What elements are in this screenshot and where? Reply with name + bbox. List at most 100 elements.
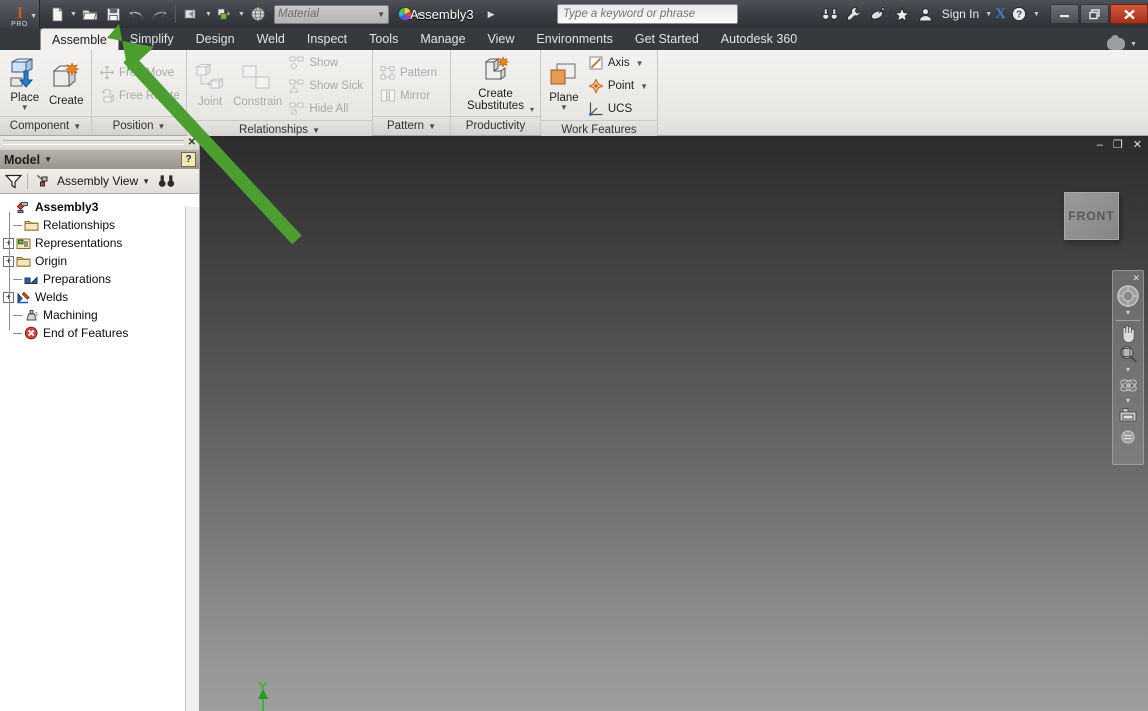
- orbit-icon[interactable]: [1114, 375, 1142, 396]
- wrench-tools-icon[interactable]: [843, 3, 865, 25]
- binoculars-search-icon[interactable]: [819, 3, 841, 25]
- tab-get-started[interactable]: Get Started: [624, 28, 710, 50]
- place-component-button[interactable]: Place ▼: [4, 55, 46, 114]
- free-rotate-button[interactable]: Free Rotate: [96, 85, 185, 107]
- save-document-button[interactable]: [102, 3, 124, 25]
- binoculars-find-icon[interactable]: [158, 174, 175, 188]
- tab-weld[interactable]: Weld: [246, 28, 296, 50]
- chevron-down-icon[interactable]: ▼: [560, 104, 568, 111]
- user-account-icon[interactable]: [915, 3, 937, 25]
- show-relationships-button[interactable]: Show: [286, 52, 368, 74]
- appearance-sphere-button[interactable]: [247, 3, 269, 25]
- tree-item-end-of-features[interactable]: End of Features: [3, 324, 199, 342]
- close-icon[interactable]: ✕: [188, 137, 196, 148]
- panel-label-productivity[interactable]: Productivity: [451, 116, 540, 135]
- tree-item-welds[interactable]: + Welds: [3, 288, 199, 306]
- browser-scrollbar[interactable]: [185, 207, 199, 711]
- tree-item-preparations[interactable]: Preparations: [3, 270, 199, 288]
- view-cube[interactable]: FRONT: [1064, 192, 1119, 240]
- chevron-down-icon[interactable]: ▾: [1126, 308, 1130, 318]
- chevron-down-icon[interactable]: ▼: [640, 82, 648, 91]
- zoom-magnifier-icon[interactable]: [1114, 344, 1142, 365]
- new-document-button[interactable]: [46, 3, 68, 25]
- show-sick-relationships-button[interactable]: Show Sick: [286, 75, 368, 97]
- steering-wheel-icon[interactable]: [1114, 284, 1142, 308]
- panel-label-pattern[interactable]: Pattern▼: [373, 116, 450, 135]
- chevron-down-icon[interactable]: ▼: [1129, 41, 1138, 48]
- create-substitutes-button[interactable]: Create Substitutes ▾: [455, 53, 536, 115]
- browser-drag-grip[interactable]: ✕: [0, 136, 199, 149]
- material-dropdown[interactable]: Material ▼: [274, 5, 389, 24]
- tree-item-origin[interactable]: + Origin: [3, 252, 199, 270]
- redo-button[interactable]: [148, 3, 170, 25]
- navbar-close-icon[interactable]: ✕: [1132, 273, 1140, 284]
- free-move-button[interactable]: Free Move: [96, 62, 185, 84]
- filter-funnel-icon[interactable]: [5, 174, 22, 189]
- close-window-button[interactable]: [1110, 4, 1148, 24]
- navbar-settings-icon[interactable]: [1114, 429, 1142, 445]
- material-select-button[interactable]: [214, 3, 236, 25]
- panel-label-component[interactable]: Component▼: [0, 116, 91, 135]
- chevron-down-icon[interactable]: ▼: [237, 11, 246, 18]
- undo-button[interactable]: [125, 3, 147, 25]
- tab-simplify[interactable]: Simplify: [119, 28, 185, 50]
- exchange-apps-icon[interactable]: X: [995, 6, 1006, 23]
- tab-environments[interactable]: Environments: [525, 28, 623, 50]
- document-restore-button[interactable]: ❐: [1111, 138, 1125, 151]
- chevron-down-icon[interactable]: ▼: [636, 59, 644, 68]
- pan-hand-icon[interactable]: [1114, 323, 1142, 344]
- pattern-button[interactable]: Pattern: [377, 62, 442, 84]
- chevron-down-icon[interactable]: ▼: [21, 104, 29, 111]
- panel-label-position[interactable]: Position▼: [92, 116, 186, 135]
- work-point-button[interactable]: Point ▼: [585, 75, 653, 97]
- assembly-view-selector[interactable]: Assembly View ▼: [33, 173, 153, 189]
- chevron-down-icon[interactable]: ▼: [44, 155, 52, 164]
- tab-assemble[interactable]: Assemble: [40, 28, 119, 50]
- graphics-viewport[interactable]: – ❐ ✕ FRONT ✕ ▾ ▾ ▾: [200, 136, 1148, 711]
- document-menu-chevron-icon[interactable]: ▶: [488, 9, 495, 20]
- help-button[interactable]: ?: [1008, 3, 1030, 25]
- restore-window-button[interactable]: [1080, 4, 1109, 24]
- tab-tools[interactable]: Tools: [358, 28, 409, 50]
- chevron-down-icon: ▼: [142, 177, 150, 186]
- chevron-down-icon[interactable]: ▾: [1126, 365, 1130, 375]
- chevron-down-icon[interactable]: ▼: [204, 11, 213, 18]
- tree-item-machining[interactable]: Machining: [3, 306, 199, 324]
- sign-in-button[interactable]: Sign In: [939, 7, 982, 21]
- search-input[interactable]: [563, 8, 737, 20]
- model-tree[interactable]: Assembly3 Relationships + Representation…: [0, 194, 199, 711]
- favorites-star-icon[interactable]: [891, 3, 913, 25]
- ucs-button[interactable]: UCS: [585, 98, 653, 120]
- chevron-down-icon[interactable]: ▼: [69, 11, 78, 18]
- tab-view[interactable]: View: [477, 28, 526, 50]
- chevron-down-icon[interactable]: ▾: [1126, 396, 1130, 406]
- look-camera-icon[interactable]: [1114, 406, 1142, 425]
- open-document-button[interactable]: [79, 3, 101, 25]
- application-menu-button[interactable]: I PRO ▼: [0, 0, 40, 28]
- tab-autodesk-360[interactable]: Autodesk 360: [710, 28, 808, 50]
- tree-item-representations[interactable]: + Representations: [3, 234, 199, 252]
- chevron-down-icon[interactable]: ▾: [530, 106, 534, 113]
- search-box[interactable]: [557, 4, 738, 24]
- tree-item-relationships[interactable]: Relationships: [3, 216, 199, 234]
- satellite-dish-icon[interactable]: [867, 3, 889, 25]
- cloud-status-icon[interactable]: [1107, 38, 1125, 50]
- chevron-down-icon[interactable]: ▼: [1032, 11, 1041, 18]
- minimize-window-button[interactable]: [1050, 4, 1079, 24]
- document-close-button[interactable]: ✕: [1131, 138, 1144, 151]
- work-axis-button[interactable]: Axis ▼: [585, 52, 653, 74]
- chevron-down-icon[interactable]: ▼: [984, 11, 993, 18]
- joint-button[interactable]: Joint: [191, 61, 229, 111]
- document-minimize-button[interactable]: –: [1095, 139, 1105, 151]
- tab-inspect[interactable]: Inspect: [296, 28, 358, 50]
- hide-all-relationships-button[interactable]: Hide All: [286, 98, 368, 120]
- tab-manage[interactable]: Manage: [409, 28, 476, 50]
- constrain-button[interactable]: Constrain: [231, 61, 284, 111]
- mirror-button[interactable]: Mirror: [377, 85, 442, 107]
- work-plane-button[interactable]: Plane ▼: [545, 59, 583, 114]
- tree-item-assembly3[interactable]: Assembly3: [3, 198, 199, 216]
- update-button[interactable]: [181, 3, 203, 25]
- create-component-button[interactable]: Create: [46, 58, 88, 110]
- tab-design[interactable]: Design: [185, 28, 246, 50]
- browser-help-button[interactable]: ?: [181, 152, 196, 167]
